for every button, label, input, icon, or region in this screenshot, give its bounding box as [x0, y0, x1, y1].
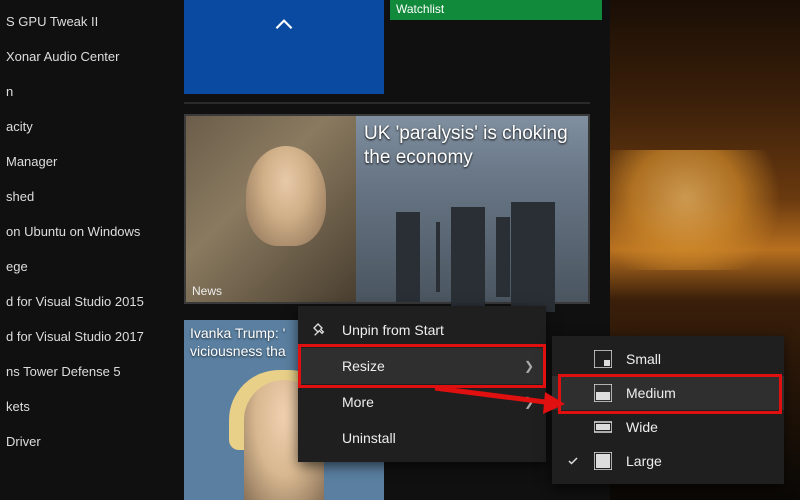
- resize-option-small[interactable]: Small: [552, 342, 784, 376]
- check-icon: [566, 455, 580, 467]
- menu-item-unpin[interactable]: Unpin from Start: [298, 312, 546, 348]
- unpin-icon: [312, 322, 328, 338]
- menu-label: More: [342, 394, 374, 410]
- menu-label: Large: [626, 453, 662, 469]
- app-list-item[interactable]: d for Visual Studio 2015: [0, 284, 170, 319]
- menu-label: Unpin from Start: [342, 322, 444, 338]
- app-list-item[interactable]: Xonar Audio Center: [0, 39, 170, 74]
- news-tile-photo: [186, 116, 356, 302]
- menu-label: Wide: [626, 419, 658, 435]
- app-list-item[interactable]: shed: [0, 179, 170, 214]
- chevron-right-icon: ❯: [524, 395, 534, 409]
- app-list-item[interactable]: Driver: [0, 424, 170, 459]
- app-list-item[interactable]: S GPU Tweak II: [0, 4, 170, 39]
- menu-label: Small: [626, 351, 661, 367]
- app-list-item[interactable]: Manager: [0, 144, 170, 179]
- blank-icon: [312, 394, 328, 410]
- watchlist-label: Watchlist: [396, 2, 444, 16]
- resize-submenu: Small Medium Wide Large: [552, 336, 784, 484]
- news-tile[interactable]: UK 'paralysis' is choking the economy Ne…: [184, 114, 590, 304]
- app-list-item[interactable]: ns Tower Defense 5: [0, 354, 170, 389]
- chevron-up-icon: [271, 12, 297, 38]
- resize-option-wide[interactable]: Wide: [552, 410, 784, 444]
- app-list-item[interactable]: kets: [0, 389, 170, 424]
- news-headline: UK 'paralysis' is choking the economy: [364, 122, 582, 170]
- screenshot-root: S GPU Tweak II Xonar Audio Center n acit…: [0, 0, 800, 500]
- app-list-item[interactable]: acity: [0, 109, 170, 144]
- size-large-icon: [594, 452, 612, 470]
- app-list-item[interactable]: n: [0, 74, 170, 109]
- menu-item-uninstall[interactable]: Uninstall: [298, 420, 546, 456]
- app-list-item[interactable]: on Ubuntu on Windows: [0, 214, 170, 249]
- chevron-right-icon: ❯: [524, 359, 534, 373]
- size-medium-icon: [594, 384, 612, 402]
- watchlist-tile[interactable]: Watchlist: [390, 0, 602, 20]
- menu-label: Medium: [626, 385, 676, 401]
- blank-icon: [312, 358, 328, 374]
- app-list-item[interactable]: d for Visual Studio 2017: [0, 319, 170, 354]
- live-tile-collapsed[interactable]: [184, 0, 384, 94]
- news-app-label: News: [192, 284, 222, 298]
- size-small-icon: [594, 350, 612, 368]
- blank-icon: [312, 430, 328, 446]
- app-list: S GPU Tweak II Xonar Audio Center n acit…: [0, 0, 170, 459]
- app-list-item[interactable]: ege: [0, 249, 170, 284]
- size-wide-icon: [594, 418, 612, 436]
- tile-group-divider: [184, 102, 590, 104]
- tile-context-menu: Unpin from Start Resize ❯ More ❯ Uninsta…: [298, 306, 546, 462]
- menu-item-more[interactable]: More ❯: [298, 384, 546, 420]
- menu-label: Uninstall: [342, 430, 396, 446]
- resize-option-medium[interactable]: Medium: [552, 376, 784, 410]
- menu-label: Resize: [342, 358, 385, 374]
- resize-option-large[interactable]: Large: [552, 444, 784, 478]
- menu-item-resize[interactable]: Resize ❯: [298, 348, 546, 384]
